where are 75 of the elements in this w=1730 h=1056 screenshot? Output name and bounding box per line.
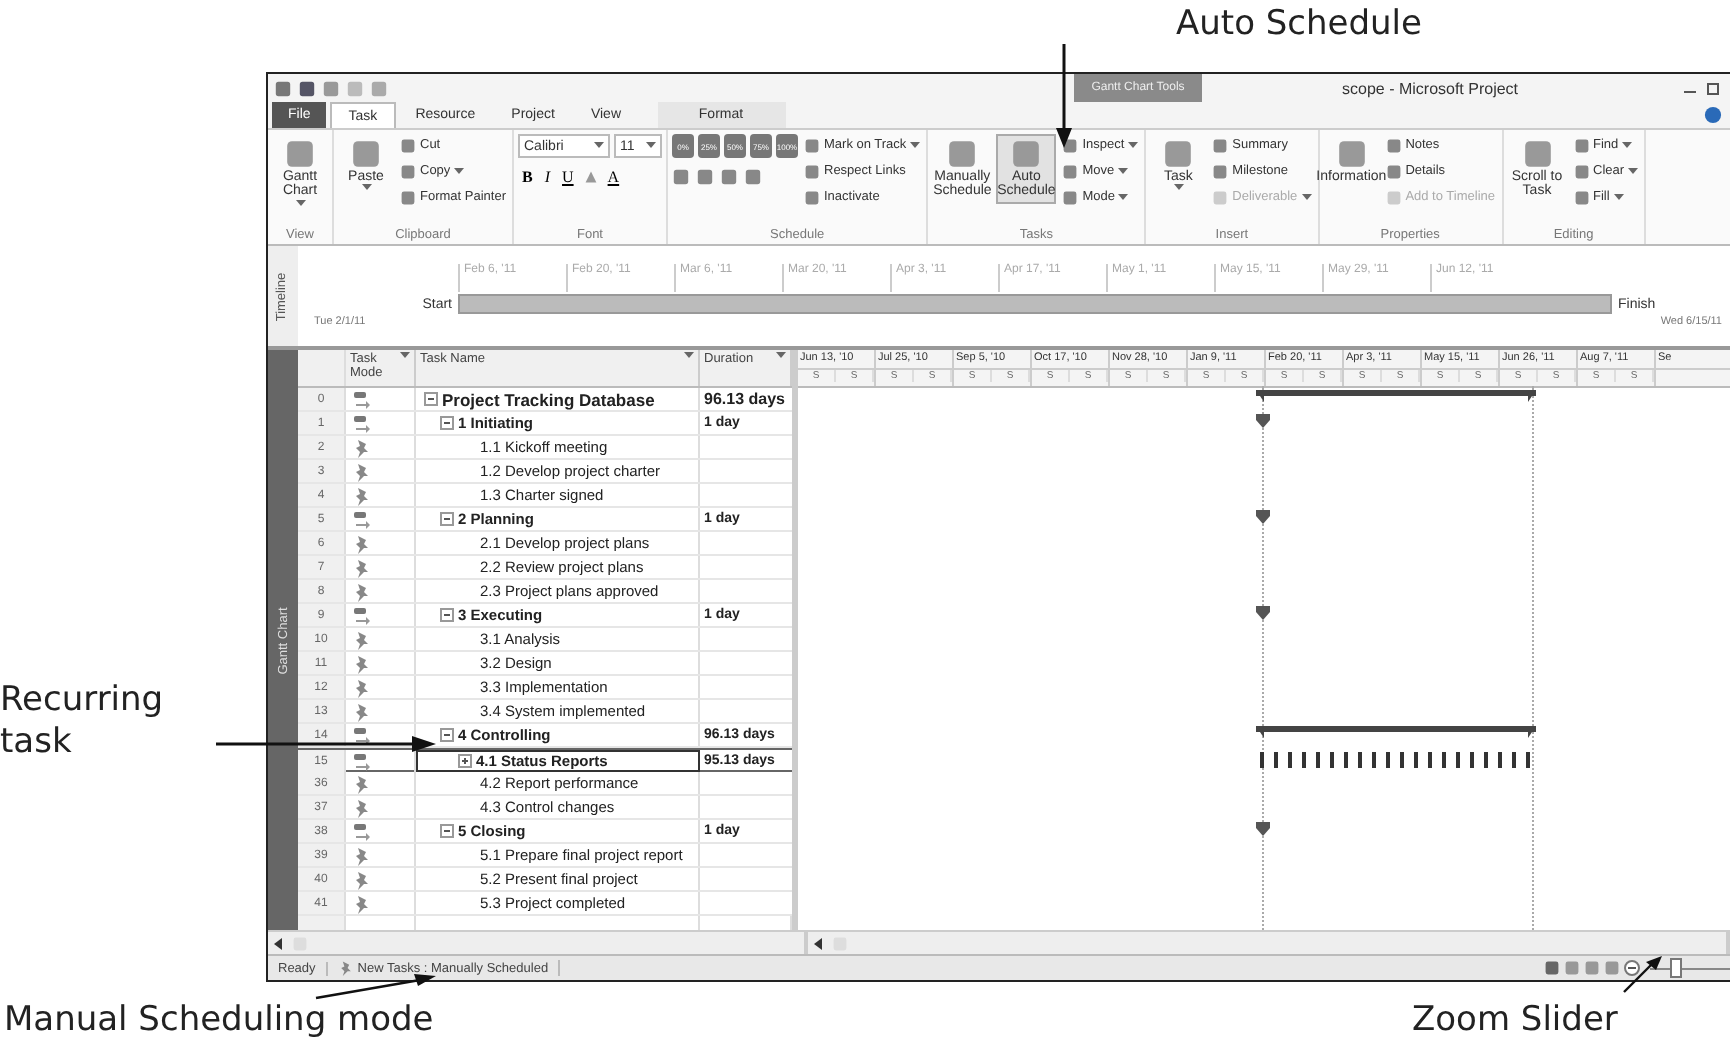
square-icon [1212,163,1229,179]
square-icon [1162,138,1195,170]
square-icon [322,79,340,97]
expand-icon[interactable] [458,754,472,768]
square-icon [1385,137,1402,153]
collapse-icon[interactable] [440,608,454,622]
square-icon [400,163,416,179]
square-icon [370,79,388,97]
square-icon [292,935,308,951]
square-icon [832,935,848,951]
square-icon [1584,960,1600,976]
square-icon [1212,189,1229,205]
square-icon [1573,189,1589,205]
collapse-icon[interactable] [440,512,454,526]
slider-thumb[interactable] [1670,958,1683,978]
task-name: Project Tracking Database [442,389,655,409]
highlight-icon[interactable] [581,168,600,186]
callout-label: Auto Schedule [1176,4,1422,47]
square-icon [400,137,416,153]
format-button[interactable]: B [518,168,537,186]
caret-icon [684,352,694,360]
square-icon [1062,163,1079,179]
square-icon [350,138,382,170]
caret-icon [646,142,656,150]
square-icon [720,168,738,186]
duration-cell-text: 96.13 days [702,388,787,410]
help-icon[interactable] [1704,106,1722,124]
square-icon [804,137,820,153]
square-icon [1062,189,1079,205]
caret-icon [400,352,410,360]
callout-arrow [316,974,436,1000]
square-icon [804,189,820,205]
square-icon [400,189,416,205]
zoom-slider[interactable] [1650,958,1730,978]
format-button[interactable]: I [540,168,555,186]
scroll-left-icon[interactable] [814,937,824,949]
font-color-button[interactable]: A [603,168,624,186]
square-icon [1544,960,1560,976]
caret-icon [776,352,786,360]
square-icon [672,168,690,186]
scroll-left-icon[interactable] [274,937,284,949]
square-icon [274,79,292,97]
collapse-icon[interactable] [440,728,454,742]
square-icon [346,79,364,97]
square-icon [284,138,316,170]
caret-icon [594,142,604,150]
pin-icon [337,960,354,976]
zoom-out-icon[interactable] [1624,960,1640,976]
callout-label: Zoom Slider [1412,1000,1618,1043]
square-icon [1385,163,1402,179]
format-button[interactable]: U [558,168,578,186]
square-icon [804,163,820,179]
collapse-icon[interactable] [440,416,454,430]
square-icon [298,79,316,97]
square-icon [696,168,714,186]
square-icon [1604,960,1620,976]
square-icon [1573,137,1589,153]
square-icon [1335,138,1368,170]
callout-arrow [1056,44,1072,148]
callout-arrow [1624,956,1664,992]
square-icon [1212,137,1229,153]
restore-icon[interactable] [1706,80,1722,96]
callout-label: Manual Scheduling mode [4,1000,434,1043]
square-icon [1564,960,1580,976]
square-icon [1010,138,1043,170]
window-title: scope - Microsoft Project [1342,77,1519,102]
square-icon [744,168,762,186]
task-name-cell[interactable]: Project Tracking Database [416,388,700,410]
square-icon [1385,189,1402,205]
square-icon [1573,163,1589,179]
callout-label: Recurring task [0,680,166,765]
collapse-icon[interactable] [424,392,438,406]
square-icon [1521,138,1553,170]
collapse-icon[interactable] [440,824,454,838]
square-icon [946,138,979,170]
